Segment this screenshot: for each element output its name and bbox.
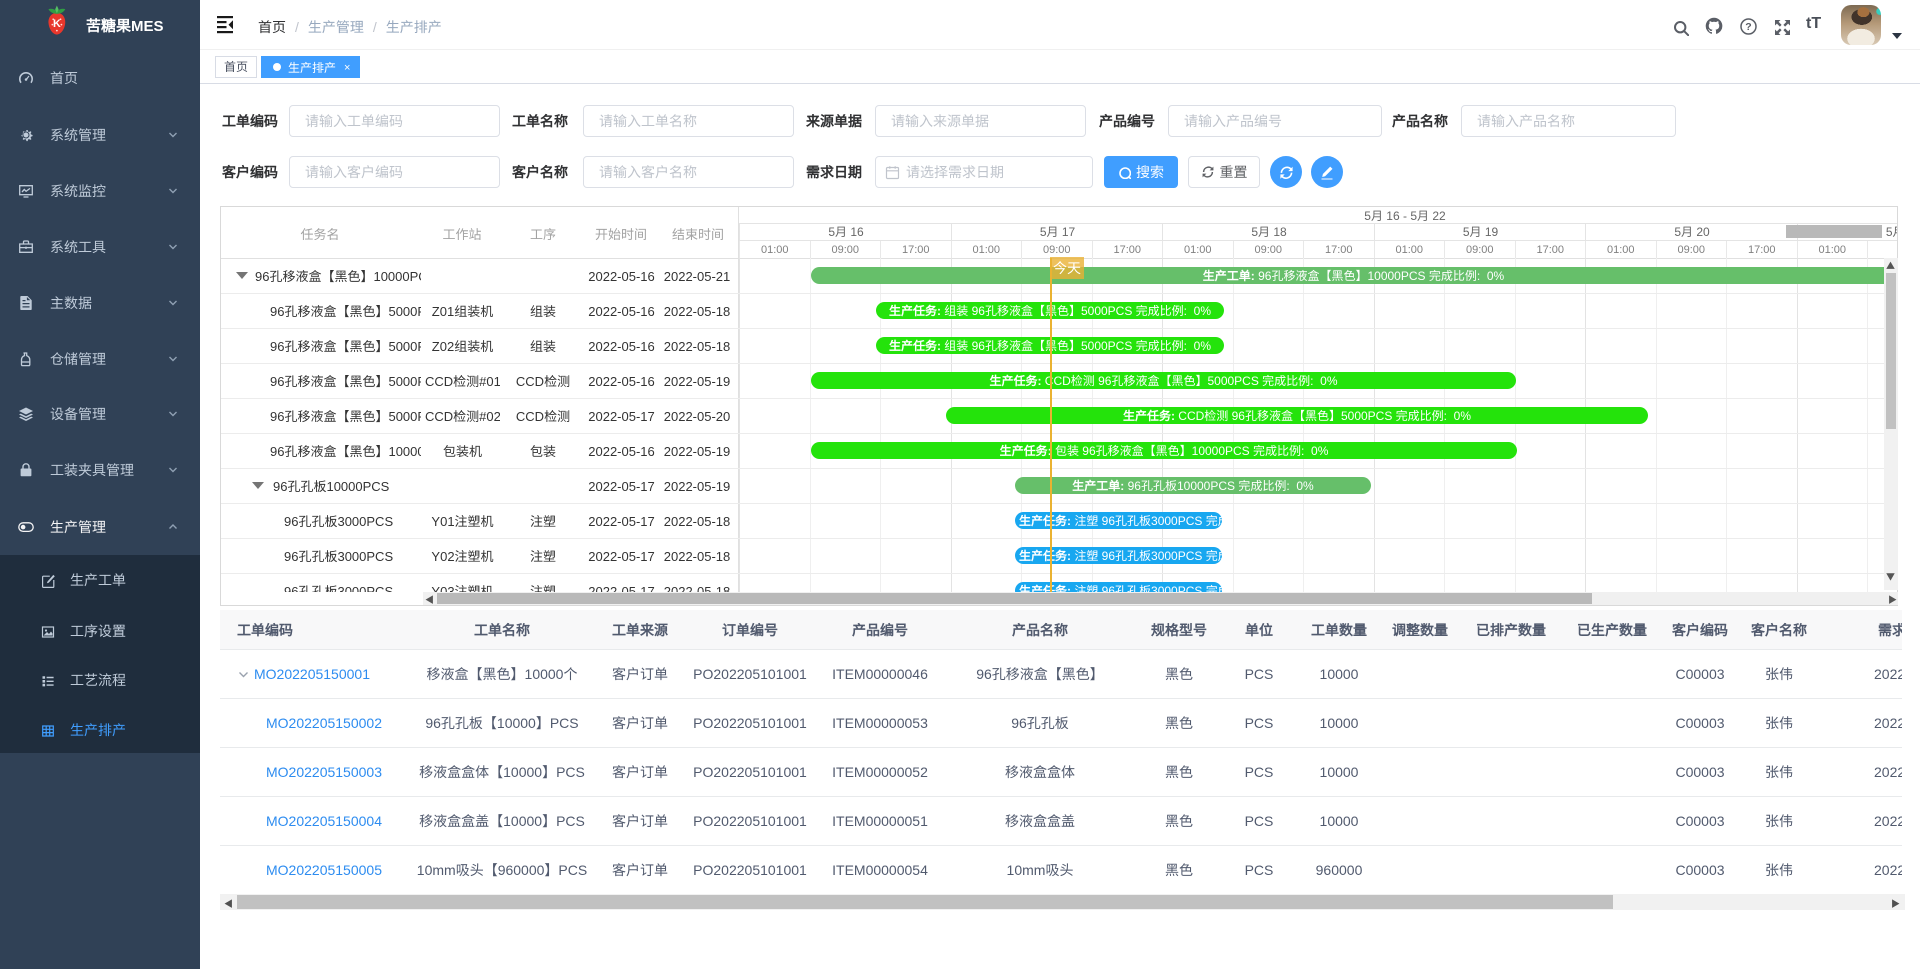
svg-text:K: K (53, 18, 61, 30)
svg-text:?: ? (1745, 21, 1751, 33)
